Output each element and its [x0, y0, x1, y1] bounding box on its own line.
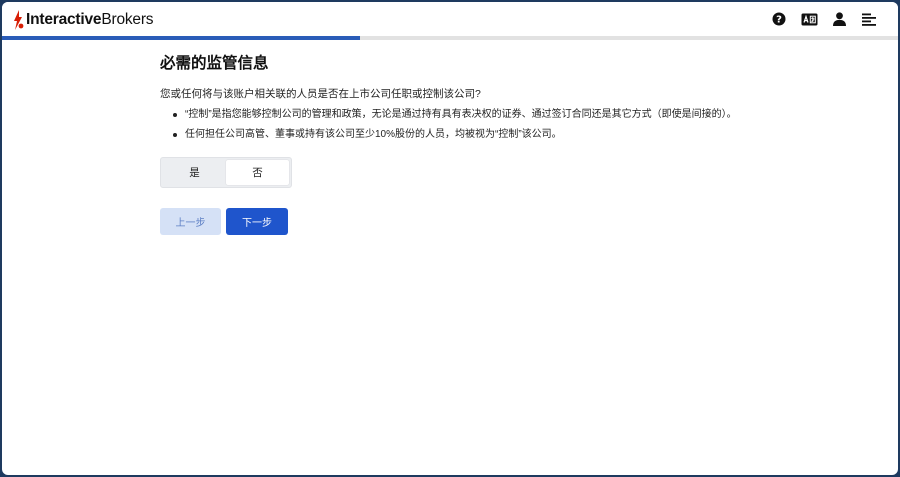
user-button[interactable] [824, 10, 854, 28]
svg-text:?: ? [776, 15, 782, 26]
app-window: InteractiveBrokers ? 必需的监管信息 您或任何将与该账户相关… [2, 2, 898, 475]
brand-logo[interactable]: InteractiveBrokers [12, 10, 154, 30]
next-button[interactable]: 下一步 [226, 208, 288, 235]
brand-name-bold: Interactive [26, 11, 102, 28]
ib-logo-icon [14, 10, 24, 30]
language-icon [801, 13, 817, 25]
option-no[interactable]: 否 [226, 160, 289, 185]
help-icon: ? [772, 12, 786, 26]
menu-button[interactable] [854, 10, 884, 28]
explanation-item-officer: 任何担任公司高管、董事或持有该公司至少10%股份的人员，均被视为“控制”该公司。 [172, 128, 780, 142]
explanation-list: “控制”是指您能够控制公司的管理和政策，无论是通过持有具有表决权的证券、通过签订… [160, 108, 780, 142]
nav-buttons: 上一步 下一步 [160, 208, 780, 235]
back-button[interactable]: 上一步 [160, 208, 221, 235]
progress-fill [2, 36, 361, 40]
user-icon [832, 12, 846, 26]
question-text: 您或任何将与该账户相关联的人员是否在上市公司任职或控制该公司? [160, 88, 481, 100]
main-content: 必需的监管信息 您或任何将与该账户相关联的人员是否在上市公司任职或控制该公司? … [160, 54, 780, 235]
top-icons: ? [764, 10, 884, 28]
help-button[interactable]: ? [764, 10, 794, 28]
page-title: 必需的监管信息 [160, 55, 269, 72]
brand-name: InteractiveBrokers [26, 11, 154, 29]
explanation-item-control: “控制”是指您能够控制公司的管理和政策，无论是通过持有具有表决权的证券、通过签订… [172, 108, 780, 122]
menu-icon [862, 13, 876, 26]
brand-name-regular: Brokers [101, 11, 154, 28]
language-button[interactable] [794, 10, 824, 28]
yes-no-toggle: 是 否 [160, 157, 292, 188]
top-bar: InteractiveBrokers ? [2, 2, 898, 36]
progress-bar [2, 36, 898, 40]
option-yes[interactable]: 是 [163, 160, 226, 185]
